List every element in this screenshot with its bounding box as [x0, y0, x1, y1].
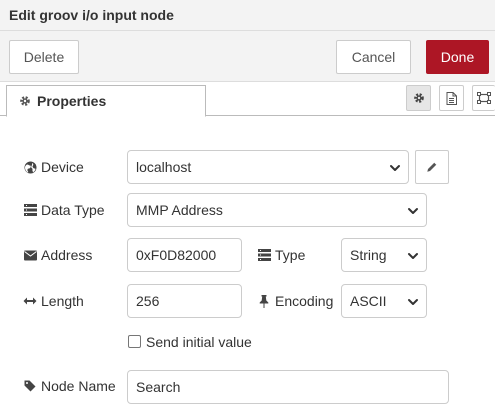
length-value: 256: [136, 293, 160, 309]
frame-icon: [477, 92, 491, 104]
device-select[interactable]: localhost: [127, 150, 409, 184]
gear-icon: [413, 92, 425, 104]
device-value: localhost: [136, 159, 192, 175]
pencil-icon: [426, 161, 438, 173]
table-icon: [257, 249, 271, 261]
description-tab-button[interactable]: [439, 85, 464, 111]
device-label-row: Device: [23, 157, 84, 177]
node-name-input[interactable]: Search: [127, 370, 449, 404]
node-name-label: Node Name: [41, 378, 116, 394]
type-select[interactable]: String: [341, 238, 427, 272]
encoding-label: Encoding: [275, 293, 334, 309]
done-button[interactable]: Done: [426, 40, 489, 74]
delete-button[interactable]: Delete: [9, 40, 79, 74]
data-type-value: MMP Address: [136, 202, 223, 218]
document-icon: [446, 91, 457, 105]
send-initial-checkbox[interactable]: [128, 335, 141, 348]
length-label: Length: [41, 293, 84, 309]
address-label: Address: [41, 247, 93, 263]
chevron-down-icon: [407, 205, 419, 217]
encoding-select[interactable]: ASCII: [341, 284, 427, 318]
thumbtack-icon: [257, 294, 271, 308]
node-name-value: Search: [136, 379, 181, 395]
address-value: 0xF0D82000: [136, 247, 217, 263]
arrows-horizontal-icon: [23, 296, 37, 306]
gear-icon: [19, 95, 31, 107]
table-icon: [23, 204, 37, 216]
settings-tab-button[interactable]: [406, 85, 431, 111]
data-type-select[interactable]: MMP Address: [127, 193, 427, 227]
chevron-down-icon: [407, 296, 419, 308]
cancel-button[interactable]: Cancel: [336, 40, 411, 74]
device-label: Device: [41, 159, 84, 175]
data-type-label: Data Type: [41, 202, 105, 218]
envelope-icon: [23, 250, 37, 261]
data-type-label-row: Data Type: [23, 200, 105, 220]
dialog-title: Edit groov i/o input node: [0, 0, 495, 31]
tab-properties[interactable]: Properties: [6, 85, 206, 117]
dialog-toolbar: Delete Cancel Done: [0, 31, 495, 82]
type-value: String: [350, 247, 387, 263]
address-input[interactable]: 0xF0D82000: [127, 238, 242, 272]
send-initial-label[interactable]: Send initial value: [146, 332, 252, 352]
tag-icon: [23, 380, 37, 392]
length-label-row: Length: [23, 291, 84, 311]
type-label: Type: [275, 247, 306, 263]
chevron-down-icon: [407, 250, 419, 262]
node-name-label-row: Node Name: [23, 376, 116, 396]
edit-device-button[interactable]: [415, 150, 449, 184]
tab-properties-label: Properties: [37, 93, 107, 109]
globe-icon: [23, 161, 37, 174]
chevron-down-icon: [389, 162, 401, 174]
type-label-row: Type: [257, 245, 305, 265]
encoding-value: ASCII: [350, 293, 387, 309]
appearance-tab-button[interactable]: [472, 85, 495, 111]
length-input[interactable]: 256: [127, 284, 242, 318]
encoding-label-row: Encoding: [257, 291, 333, 311]
address-label-row: Address: [23, 245, 92, 265]
